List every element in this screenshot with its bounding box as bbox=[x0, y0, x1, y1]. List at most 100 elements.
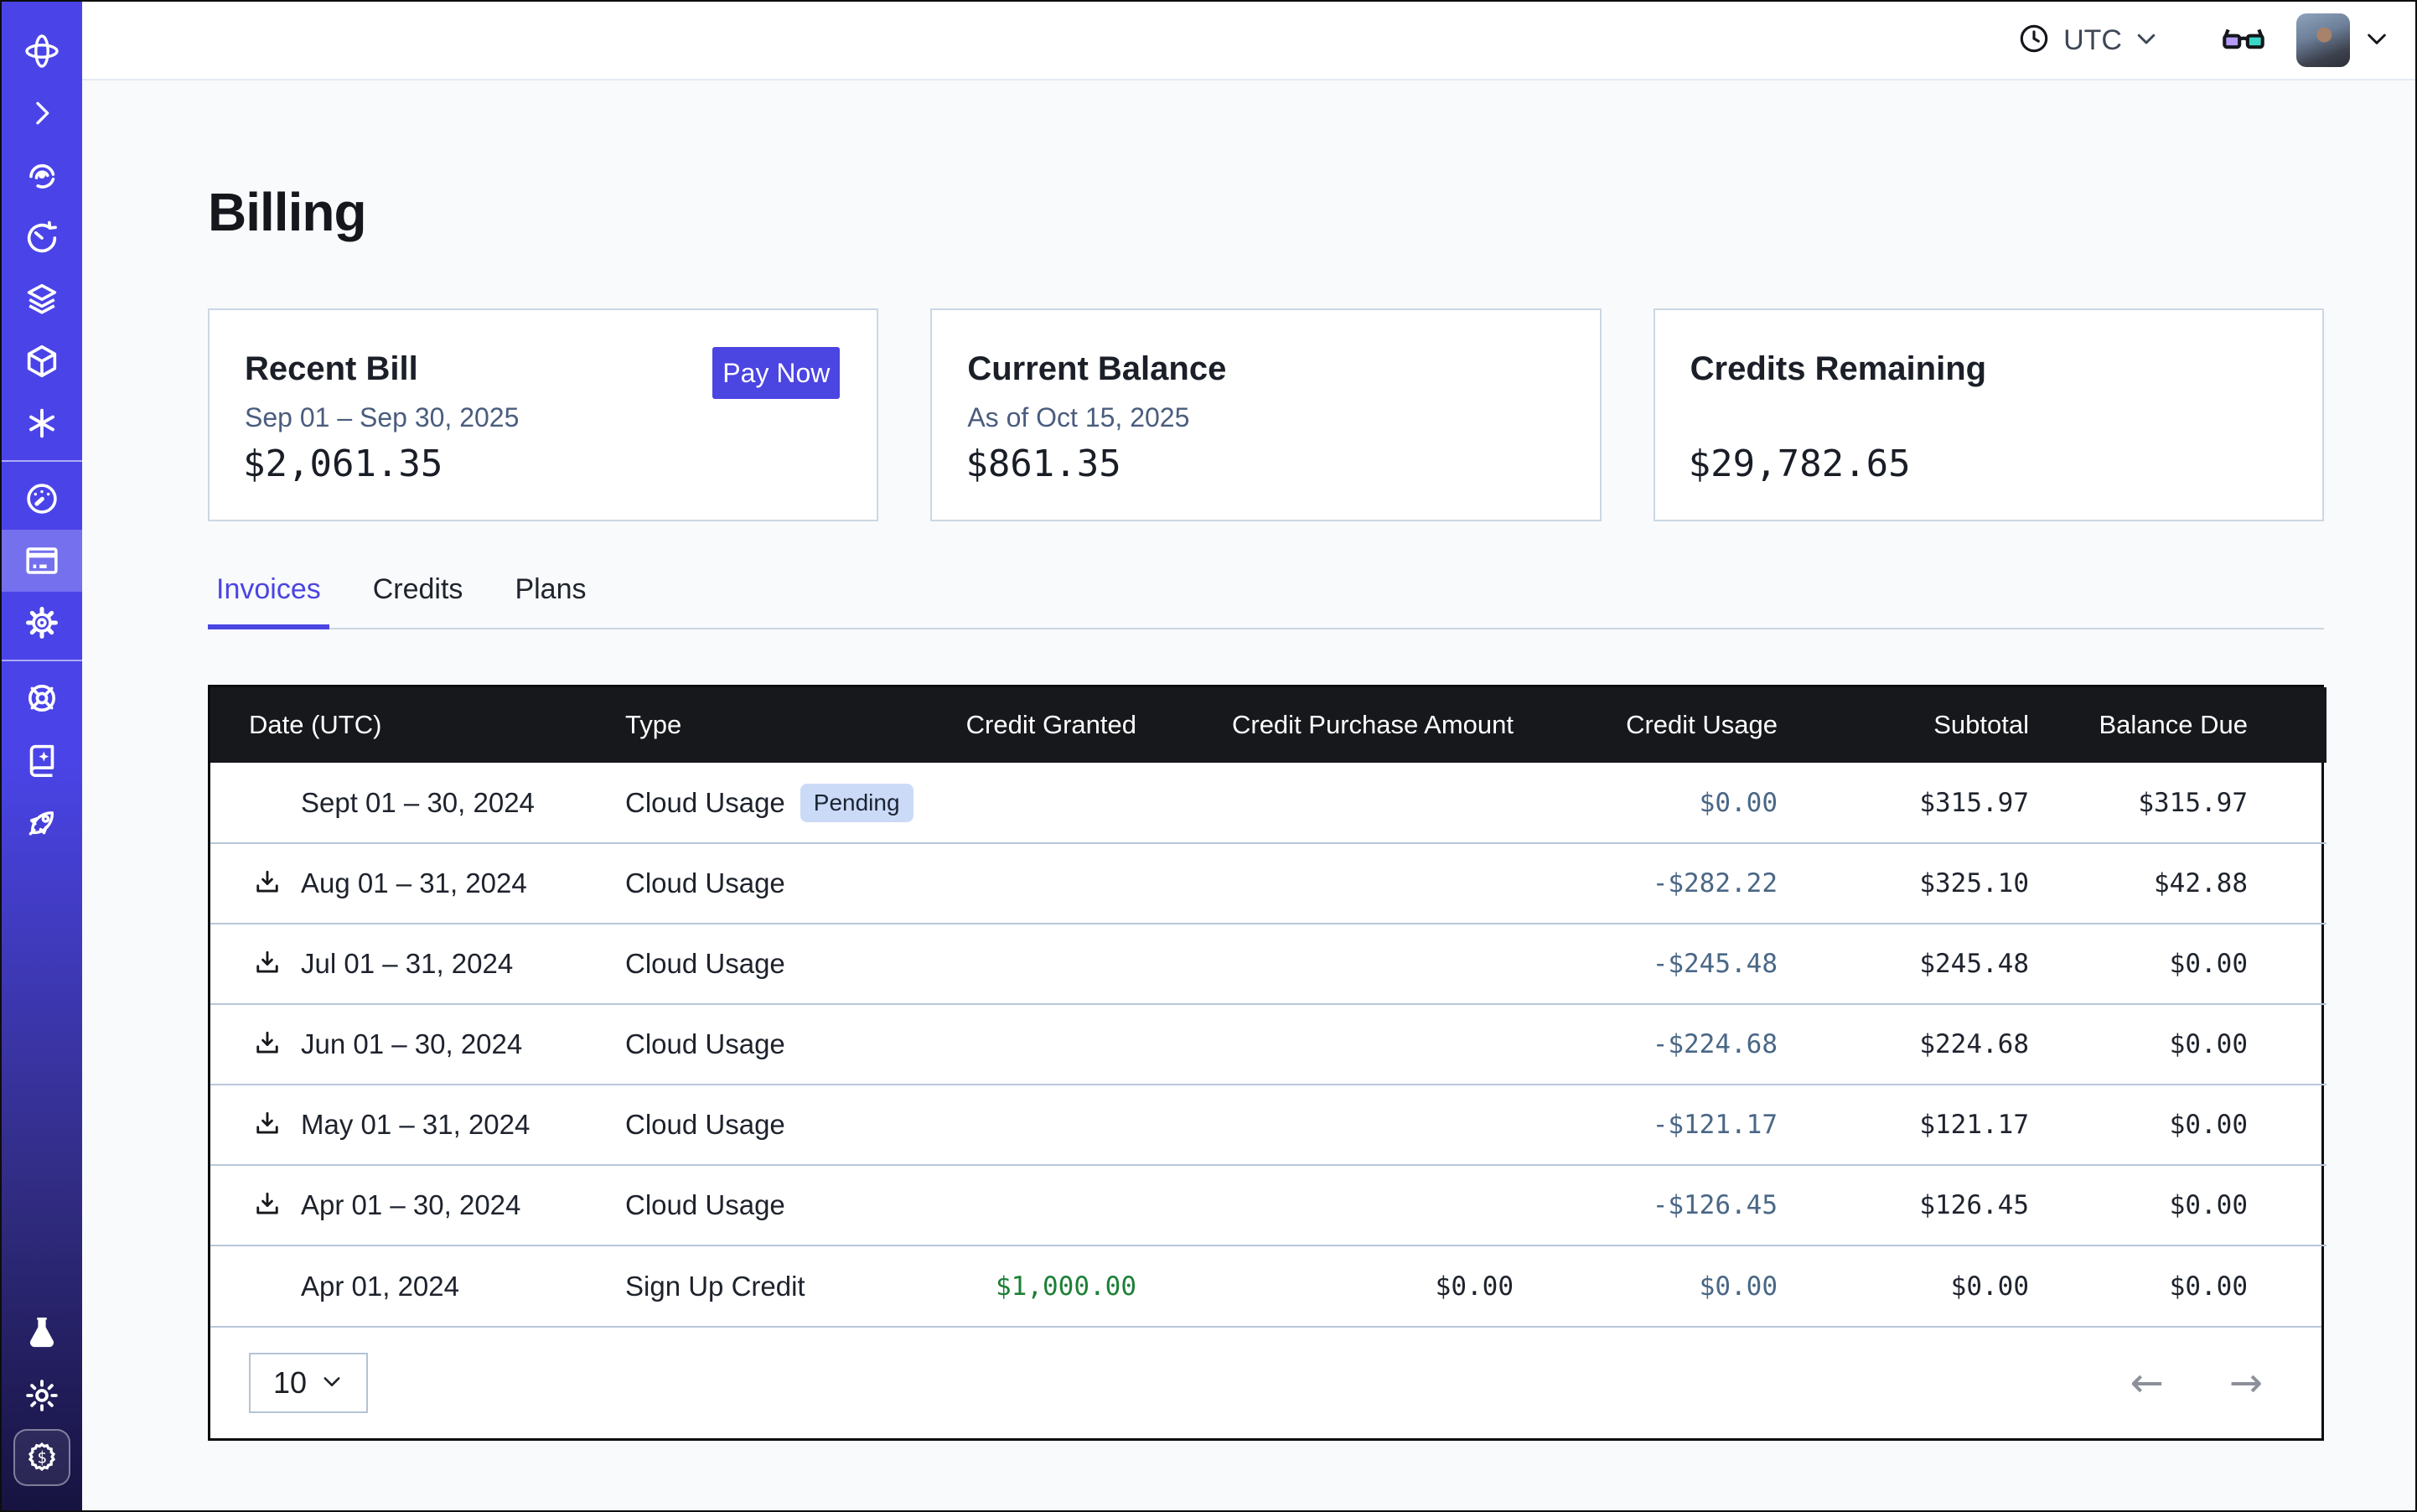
user-avatar[interactable] bbox=[2296, 13, 2350, 67]
credit-usage-cell: -$282.22 bbox=[1514, 843, 1778, 924]
credit-purchase-cell bbox=[1136, 843, 1514, 924]
invoice-type: Cloud Usage bbox=[625, 1028, 785, 1059]
table-row: Jul 01 – 31, 2024 Cloud Usage -$245.48 $… bbox=[210, 924, 2326, 1004]
sidebar-item-helm[interactable] bbox=[2, 667, 82, 729]
subtotal-cell: $0.00 bbox=[1778, 1245, 2029, 1326]
download-invoice-button[interactable] bbox=[252, 867, 301, 900]
timezone-selector[interactable]: UTC bbox=[2016, 21, 2159, 60]
orbit-logo-icon bbox=[22, 31, 62, 71]
sidebar-item-credits[interactable]: $ bbox=[2, 1427, 82, 1489]
balance-due-cell: $0.00 bbox=[2029, 1085, 2326, 1165]
balance-due-cell: $0.00 bbox=[2029, 1245, 2326, 1326]
download-icon bbox=[252, 867, 282, 900]
table-row: Sept 01 – 30, 2024 Cloud UsagePending $0… bbox=[210, 763, 2326, 843]
sidebar-item-asterisk[interactable] bbox=[2, 392, 82, 454]
pay-now-button[interactable]: Pay Now bbox=[712, 347, 840, 399]
column-header-subtotal: Subtotal bbox=[1778, 687, 2029, 763]
pagination: 10 ← → bbox=[210, 1326, 2321, 1438]
column-header-credit-usage: Credit Usage bbox=[1514, 687, 1778, 763]
invoice-date: Jun 01 – 30, 2024 bbox=[301, 1028, 522, 1060]
card-subtitle: Sep 01 – Sep 30, 2025 bbox=[245, 402, 519, 433]
download-icon bbox=[252, 1189, 282, 1222]
dollar-badge-icon: $ bbox=[23, 1439, 60, 1476]
download-invoice-button[interactable] bbox=[252, 1028, 301, 1061]
card-title: Current Balance bbox=[967, 350, 1226, 388]
sidebar-item-theme[interactable] bbox=[2, 1364, 82, 1427]
card-subtitle: As of Oct 15, 2025 bbox=[967, 402, 1189, 433]
invoices-table: Date (UTC) Type Credit Granted Credit Pu… bbox=[210, 687, 2326, 1326]
gauge-icon bbox=[23, 479, 61, 518]
user-menu-button[interactable] bbox=[2363, 25, 2390, 56]
card-amount: $2,061.35 bbox=[243, 443, 443, 485]
helm-wheel-icon bbox=[23, 679, 61, 717]
sidebar-item-settings[interactable] bbox=[2, 592, 82, 654]
sidebar-item-sandbox[interactable] bbox=[2, 330, 82, 392]
credit-usage-cell: $0.00 bbox=[1514, 1245, 1778, 1326]
credit-usage-cell: $0.00 bbox=[1514, 763, 1778, 843]
column-header-type: Type bbox=[625, 687, 935, 763]
svg-text:$: $ bbox=[37, 1448, 47, 1468]
time-travel-icon bbox=[23, 218, 61, 256]
next-page-button[interactable]: → bbox=[2224, 1359, 2268, 1407]
rocket-icon bbox=[23, 803, 61, 841]
download-icon bbox=[252, 1109, 282, 1142]
sidebar-item-billing[interactable] bbox=[2, 530, 82, 592]
sidebar-item-logo[interactable] bbox=[2, 20, 82, 82]
subtotal-cell: $315.97 bbox=[1778, 763, 2029, 843]
page-size-select[interactable]: 10 bbox=[249, 1353, 368, 1413]
sidebar-item-collapse[interactable] bbox=[2, 82, 82, 144]
credit-granted-cell bbox=[935, 1004, 1136, 1085]
table-header-row: Date (UTC) Type Credit Granted Credit Pu… bbox=[210, 687, 2326, 763]
balance-due-cell: $0.00 bbox=[2029, 1004, 2326, 1085]
asterisk-icon bbox=[23, 404, 61, 443]
pager-arrows: ← → bbox=[2125, 1359, 2268, 1407]
subtotal-cell: $121.17 bbox=[1778, 1085, 2029, 1165]
current-balance-card: Current Balance As of Oct 15, 2025 $861.… bbox=[930, 308, 1601, 521]
invoice-type: Cloud Usage bbox=[625, 1189, 785, 1220]
flask-icon bbox=[23, 1314, 61, 1353]
download-invoice-button[interactable] bbox=[252, 1189, 301, 1222]
credit-usage-cell: -$121.17 bbox=[1514, 1085, 1778, 1165]
tab-invoices[interactable]: Invoices bbox=[208, 573, 329, 628]
sidebar-item-observe[interactable] bbox=[2, 144, 82, 206]
sidebar-item-usage[interactable] bbox=[2, 468, 82, 530]
summary-cards: Recent Bill Sep 01 – Sep 30, 2025 $2,061… bbox=[208, 308, 2324, 521]
credit-granted-cell bbox=[935, 1085, 1136, 1165]
credit-granted-cell bbox=[935, 763, 1136, 843]
tab-plans[interactable]: Plans bbox=[506, 573, 594, 628]
credits-badge-button[interactable]: $ bbox=[13, 1429, 70, 1486]
credit-purchase-cell: $0.00 bbox=[1136, 1245, 1514, 1326]
invoices-table-container: Date (UTC) Type Credit Granted Credit Pu… bbox=[208, 685, 2324, 1441]
download-invoice-button[interactable] bbox=[252, 948, 301, 981]
credit-purchase-cell bbox=[1136, 1004, 1514, 1085]
table-row: Aug 01 – 31, 2024 Cloud Usage -$282.22 $… bbox=[210, 843, 2326, 924]
layers-icon bbox=[23, 280, 61, 318]
sidebar-item-time-travel[interactable] bbox=[2, 206, 82, 268]
card-amount: $29,782.65 bbox=[1689, 443, 1911, 485]
invoice-date: Apr 01, 2024 bbox=[301, 1271, 459, 1302]
chevron-down-icon bbox=[2363, 25, 2390, 56]
sidebar-item-labs[interactable] bbox=[2, 1302, 82, 1364]
invoice-type: Cloud Usage bbox=[625, 867, 785, 898]
sidebar-item-layers[interactable] bbox=[2, 268, 82, 330]
sidebar-item-docs[interactable] bbox=[2, 729, 82, 791]
page-title: Billing bbox=[208, 181, 2321, 243]
reader-mode-button[interactable] bbox=[2219, 14, 2268, 67]
download-invoice-button[interactable] bbox=[252, 1109, 301, 1142]
docs-book-icon bbox=[23, 741, 61, 779]
gear-icon bbox=[23, 603, 61, 642]
topbar: UTC bbox=[82, 2, 2415, 80]
sidebar-item-getting-started[interactable] bbox=[2, 791, 82, 853]
invoice-date: Sept 01 – 30, 2024 bbox=[301, 787, 535, 819]
tab-credits[interactable]: Credits bbox=[365, 573, 472, 628]
credit-granted-cell bbox=[935, 1165, 1136, 1245]
page-size-value: 10 bbox=[273, 1365, 307, 1401]
column-header-date: Date (UTC) bbox=[210, 687, 625, 763]
previous-page-button[interactable]: ← bbox=[2125, 1359, 2169, 1407]
download-icon bbox=[252, 1028, 282, 1061]
sidebar: $ bbox=[2, 2, 82, 1510]
invoice-type: Sign Up Credit bbox=[625, 1271, 805, 1302]
invoice-date: Apr 01 – 30, 2024 bbox=[301, 1189, 520, 1221]
balance-due-cell: $0.00 bbox=[2029, 924, 2326, 1004]
billing-tabs: Invoices Credits Plans bbox=[208, 573, 2324, 629]
